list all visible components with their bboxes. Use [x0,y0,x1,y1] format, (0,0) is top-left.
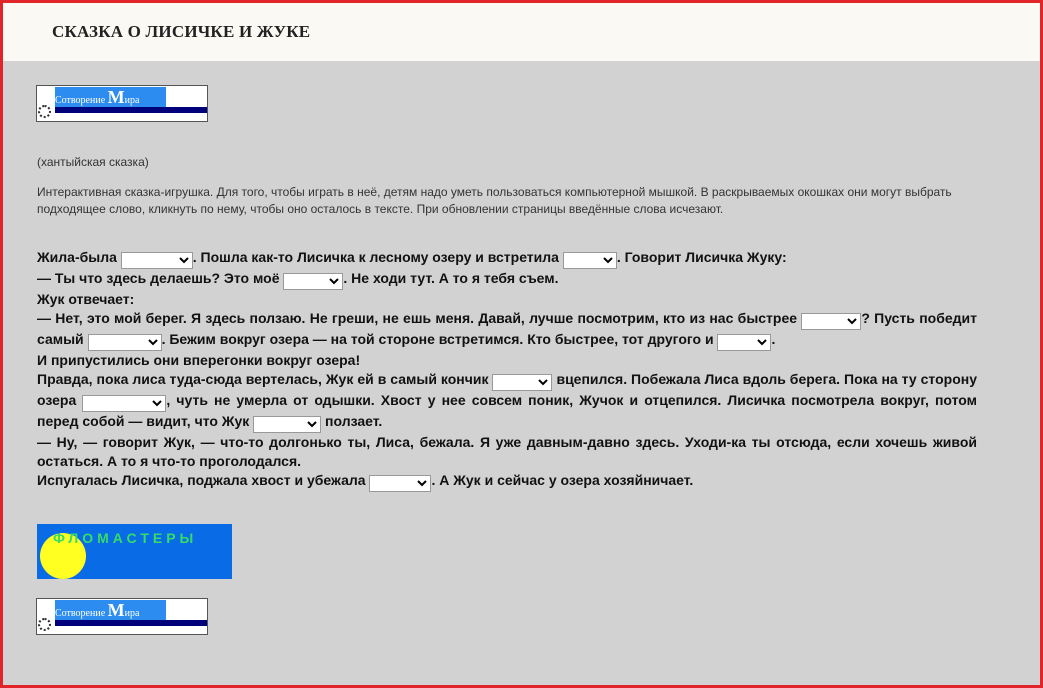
story-paragraph: Правда, пока лиса туда-сюда вертелась, Ж… [37,370,977,433]
story-paragraph: — Нет, это мой берег. Я здесь ползаю. Не… [37,309,977,351]
word-select-10[interactable] [369,475,432,492]
word-select-6[interactable] [717,334,772,351]
word-select-8[interactable] [82,395,167,412]
word-select-7[interactable] [492,374,553,391]
story-text: Жила-была . Пошла как-то Лисичка к лесно… [37,248,977,492]
page-title: СКАЗКА О ЛИСИЧКЕ И ЖУКЕ [52,22,311,41]
sotvorenie-mira-banner-bottom[interactable]: Сотворение Мира [36,598,208,635]
word-select-3[interactable] [283,273,344,290]
word-select-2[interactable] [562,252,617,269]
story-subtitle: (хантыйская сказка) [37,155,149,169]
sotvorenie-mira-banner-top[interactable]: Сотворение Мира [36,85,208,122]
page-header: СКАЗКА О ЛИСИЧКЕ И ЖУКЕ [3,3,1040,61]
gear-icon [38,618,51,631]
story-line: — Ты что здесь делаешь? Это моё . Не ход… [37,269,977,290]
story-line: И припустились они вперегонки вокруг озе… [37,352,361,368]
flomastery-banner[interactable]: ФЛОМАСТЕРЫ [37,524,232,579]
word-select-4[interactable] [801,313,862,330]
banner-text: Сотворение Мира [55,87,166,107]
page-frame: СКАЗКА О ЛИСИЧКЕ И ЖУКЕ Сотворение Мира … [0,0,1043,688]
intro-text: Интерактивная сказка-игрушка. Для того, … [37,185,952,216]
banner-stripe [55,107,207,113]
word-select-5[interactable] [87,334,162,351]
banner-stripe [55,620,207,626]
story-line: Жук отвечает: [37,291,135,307]
banner-text: Сотворение Мира [55,600,166,620]
gear-icon [38,105,51,118]
story-paragraph: — Ну, — говорит Жук, — что-то долгонько … [37,434,977,469]
flomastery-label: ФЛОМАСТЕРЫ [53,530,198,546]
word-select-1[interactable] [120,252,193,269]
word-select-9[interactable] [253,416,322,433]
story-line: Жила-была . Пошла как-то Лисичка к лесно… [37,248,977,269]
story-line: Испугалась Лисичка, поджала хвост и убеж… [37,471,977,492]
